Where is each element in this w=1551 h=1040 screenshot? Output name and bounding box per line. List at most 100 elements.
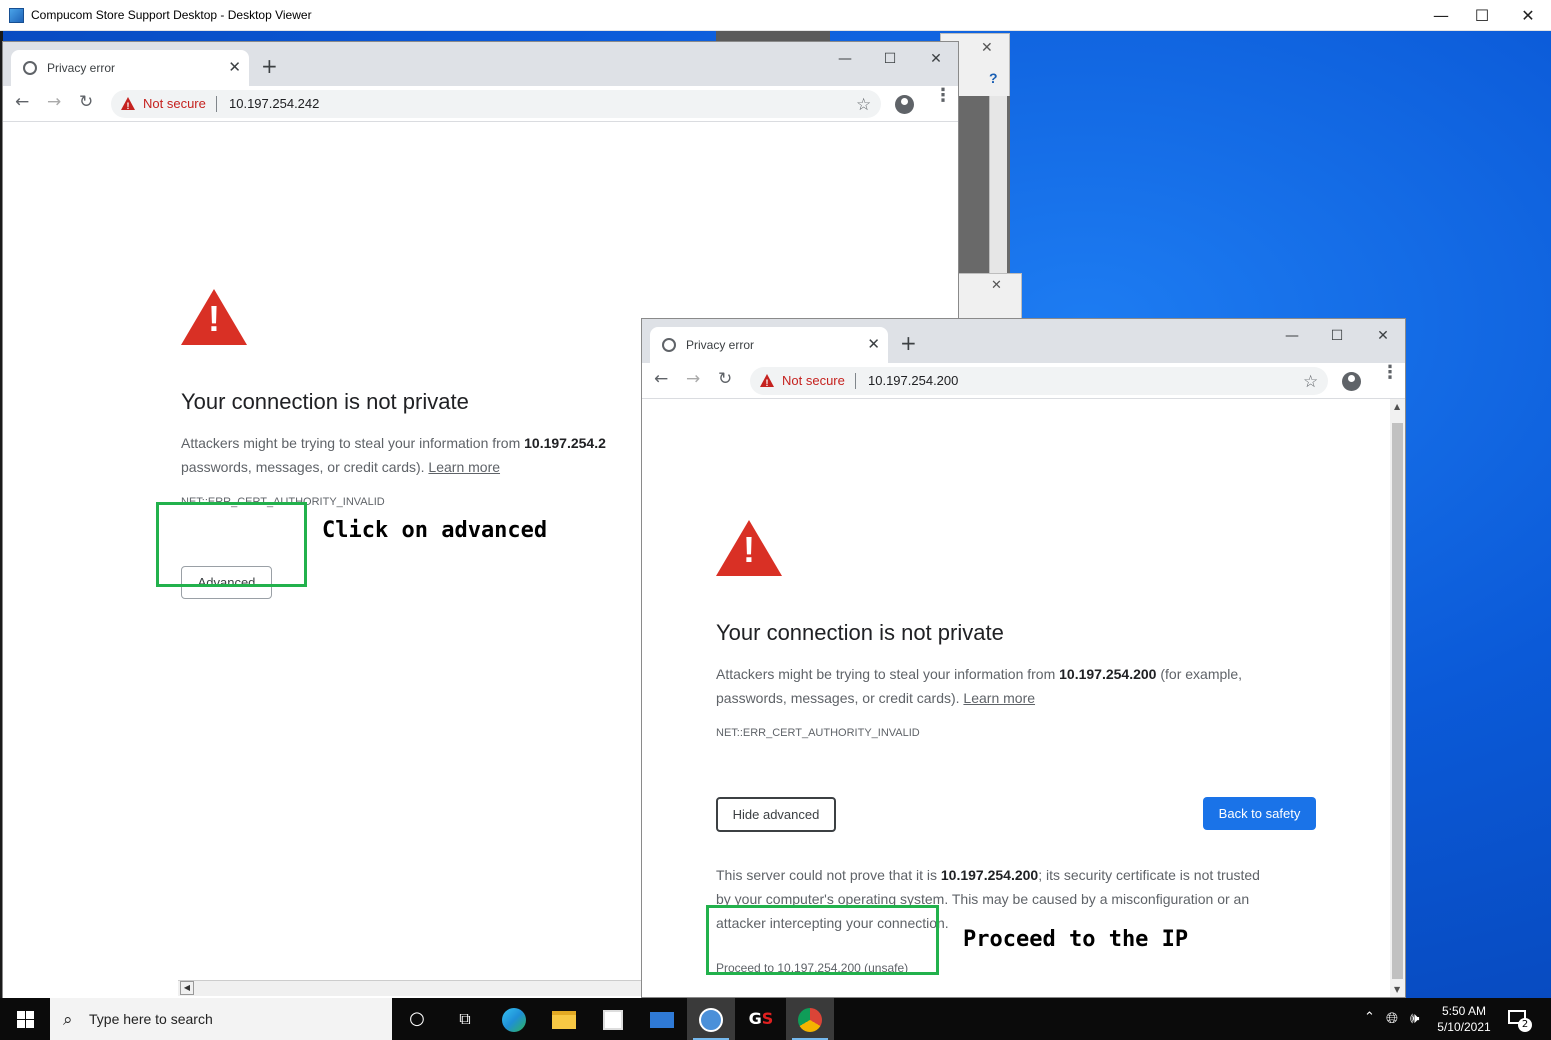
warning-exclamation: ! [765, 378, 769, 388]
tab-title: Privacy error [47, 61, 116, 75]
browser-window-front: Privacy error ✕ + — ☐ ✕ ← → ↻ ! Not secu… [641, 318, 1406, 998]
paragraph-text-line2: passwords, messages, or credit cards). [716, 690, 964, 706]
error-code: NET::ERR_CERT_AUTHORITY_INVALID [716, 727, 920, 739]
viewer-close-button[interactable]: ✕ [1505, 0, 1551, 31]
windows-logo-icon [26, 1020, 34, 1028]
windows-logo-icon [17, 1011, 25, 1019]
new-tab-button[interactable]: + [261, 54, 278, 78]
start-button[interactable] [0, 998, 48, 1040]
edge-icon[interactable] [490, 998, 538, 1040]
viewer-title: Compucom Store Support Desktop - Desktop… [31, 8, 312, 22]
paragraph-text-line2: passwords, messages, or credit cards). [181, 459, 429, 475]
warning-paragraph: Attackers might be trying to steal your … [181, 431, 651, 479]
reload-icon[interactable]: ↻ [79, 92, 93, 112]
gs-icon[interactable]: GS [737, 998, 785, 1040]
window-close-button[interactable]: ✕ [1360, 323, 1405, 349]
annotation-click-advanced: Click on advanced [322, 518, 548, 543]
background-dialog: ✕ [958, 273, 1022, 323]
back-arrow-icon[interactable]: ← [654, 369, 668, 389]
help-icon[interactable]: ? [989, 70, 998, 86]
profile-avatar-icon[interactable] [895, 95, 914, 114]
file-explorer-icon[interactable] [540, 998, 588, 1040]
citrix-icon[interactable] [687, 998, 735, 1040]
back-arrow-icon[interactable]: ← [15, 92, 29, 112]
search-placeholder: Type here to search [89, 1011, 213, 1027]
volume-icon[interactable]: 🕪︎ [1410, 1009, 1419, 1040]
remote-desktop: ✕ ? ✕ Privacy error ✕ + — ☐ ✕ ← → ↻ ! No… [0, 31, 1551, 998]
vertical-scrollbar[interactable]: ▲ ▼ [1390, 399, 1405, 997]
warning-large-exclamation: ! [743, 529, 755, 570]
scroll-left-arrow-icon[interactable]: ◀ [180, 981, 194, 995]
store-icon[interactable] [589, 998, 637, 1040]
profile-avatar-icon[interactable] [1342, 372, 1361, 391]
desktop-viewer-icon [9, 8, 24, 23]
tab-privacy-error[interactable]: Privacy error ✕ [11, 50, 249, 86]
chrome-icon[interactable] [786, 998, 834, 1040]
windows-logo-icon [26, 1011, 34, 1019]
network-icon[interactable]: 🌐︎ [1386, 1009, 1398, 1040]
detail-text: This server could not prove that it is [716, 867, 941, 883]
window-maximize-button[interactable]: ☐ [1314, 323, 1360, 349]
scroll-up-arrow-icon[interactable]: ▲ [1394, 402, 1400, 411]
task-view-icon[interactable]: ⧉ [441, 998, 489, 1040]
viewer-maximize-button[interactable]: ☐ [1459, 0, 1505, 31]
notification-center-icon[interactable]: 2 [1508, 1008, 1532, 1032]
bookmark-star-icon[interactable]: ☆ [856, 95, 871, 115]
address-bar[interactable]: ! Not secure 10.197.254.242 ☆ [111, 90, 881, 118]
omnibox-separator [216, 96, 217, 112]
new-tab-button[interactable]: + [900, 331, 917, 355]
learn-more-link[interactable]: Learn more [963, 690, 1035, 706]
browser-toolbar: ← → ↻ ! Not secure 10.197.254.200 ☆ ⋮ [642, 363, 1405, 399]
close-icon[interactable]: ✕ [981, 40, 993, 56]
omnibox-separator [855, 373, 856, 389]
tab-privacy-error[interactable]: Privacy error ✕ [650, 327, 888, 363]
forward-arrow-icon[interactable]: → [686, 369, 700, 389]
host-text: 10.197.254.200 [1059, 666, 1157, 682]
tab-strip: Privacy error ✕ + — ☐ ✕ [642, 319, 1405, 363]
tab-close-icon[interactable]: ✕ [867, 335, 880, 353]
cortana-icon[interactable]: ○ [393, 998, 441, 1040]
menu-dots-icon[interactable]: ⋮ [934, 87, 952, 105]
window-maximize-button[interactable]: ☐ [867, 46, 913, 72]
annotation-proceed-ip: Proceed to the IP [963, 927, 1189, 952]
url-text[interactable]: 10.197.254.242 [229, 96, 319, 111]
scroll-down-arrow-icon[interactable]: ▼ [1394, 985, 1400, 994]
bookmark-star-icon[interactable]: ☆ [1303, 372, 1318, 392]
taskbar: ⌕ Type here to search ○ ⧉ GS ⌃ 🌐︎ 🕪︎ 5:5… [0, 998, 1551, 1040]
proceed-highlight-box [706, 905, 939, 975]
back-to-safety-button[interactable]: Back to safety [1203, 797, 1316, 830]
notification-count-badge: 2 [1518, 1018, 1532, 1032]
background-window-scrollbar[interactable] [989, 96, 1007, 276]
clock-date: 5/10/2021 [1437, 1020, 1491, 1034]
clock-time: 5:50 AM [1441, 1004, 1487, 1018]
window-minimize-button[interactable]: — [822, 46, 868, 72]
forward-arrow-icon[interactable]: → [47, 92, 61, 112]
system-clock[interactable]: 5:50 AM 5/10/2021 [1436, 1003, 1492, 1035]
close-icon[interactable]: ✕ [991, 278, 1002, 293]
viewer-minimize-button[interactable]: — [1418, 0, 1464, 31]
taskbar-search-box[interactable]: ⌕ Type here to search [50, 998, 392, 1040]
warning-exclamation: ! [126, 101, 130, 111]
not-secure-label[interactable]: Not secure [782, 373, 845, 388]
globe-icon [662, 338, 676, 352]
page-heading: Your connection is not private [181, 389, 469, 414]
mail-icon[interactable] [638, 998, 686, 1040]
reload-icon[interactable]: ↻ [718, 369, 732, 389]
address-bar[interactable]: ! Not secure 10.197.254.200 ☆ [750, 367, 1328, 395]
not-secure-label[interactable]: Not secure [143, 96, 206, 111]
scrollbar-thumb[interactable] [1392, 423, 1403, 979]
tab-close-icon[interactable]: ✕ [228, 58, 241, 76]
menu-dots-icon[interactable]: ⋮ [1381, 364, 1399, 382]
window-minimize-button[interactable]: — [1269, 323, 1315, 349]
learn-more-link[interactable]: Learn more [428, 459, 500, 475]
paragraph-text: Attackers might be trying to steal your … [716, 666, 1060, 682]
show-hidden-icons-icon[interactable]: ⌃ [1364, 1010, 1375, 1040]
hide-advanced-button[interactable]: Hide advanced [716, 797, 836, 832]
window-close-button[interactable]: ✕ [913, 46, 958, 72]
host-text: 10.197.254.2 [524, 435, 606, 451]
tab-title: Privacy error [686, 338, 755, 352]
detail-text-suffix: ; its security certificate is not truste… [1038, 867, 1260, 883]
url-text[interactable]: 10.197.254.200 [868, 373, 958, 388]
paragraph-text-suffix: (for example, [1156, 666, 1243, 682]
browser-toolbar: ← → ↻ ! Not secure 10.197.254.242 ☆ ⋮ [3, 86, 958, 122]
